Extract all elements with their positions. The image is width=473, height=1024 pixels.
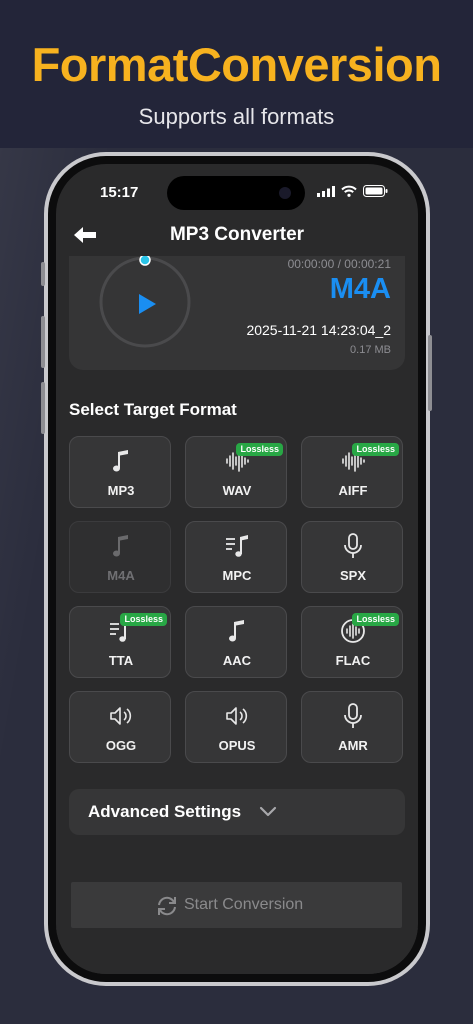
phone-power-button (428, 335, 432, 411)
phone-volume-up (41, 316, 45, 368)
chevron-down-icon (259, 806, 277, 817)
format-tile-mp3[interactable]: MP3 (69, 436, 171, 508)
speaker-icon (110, 707, 132, 725)
format-label: OGG (105, 738, 137, 753)
format-label: SPX (339, 568, 366, 583)
music-list-icon (226, 535, 248, 557)
phone-side-button (41, 262, 45, 286)
battery-icon (363, 185, 388, 197)
phone-screen: 15:17 MP3 Converter 00:00:00 / 00:00:21 … (56, 164, 418, 974)
lossless-badge: Lossless (352, 613, 399, 626)
microphone-icon (344, 533, 362, 558)
music-note-icon (113, 450, 128, 472)
format-tile-spx[interactable]: SPX (301, 521, 403, 593)
status-icons (317, 185, 388, 197)
format-label: MP3 (107, 483, 135, 498)
advanced-settings-label: Advanced Settings (88, 802, 242, 821)
music-note-icon (113, 535, 128, 557)
camera-icon (279, 187, 291, 199)
dynamic-island (167, 176, 305, 210)
file-size: 0.17 MB (350, 344, 391, 356)
lossless-badge: Lossless (120, 613, 167, 626)
promo-subtitle: Supports all formats (138, 104, 335, 129)
lossless-badge: Lossless (236, 443, 283, 456)
phone-volume-down (41, 382, 45, 434)
player-card: 00:00:00 / 00:00:21 M4A 2025-11-21 14:23… (69, 256, 405, 370)
file-name: 2025-11-21 14:23:04_2 (246, 322, 391, 338)
format-label: M4A (107, 568, 135, 583)
format-label: OPUS (218, 738, 256, 753)
format-tile-m4a: M4A (69, 521, 171, 593)
time-elapsed: 00:00:00 / 00:00:21 (287, 257, 391, 271)
section-title: Select Target Format (69, 400, 237, 419)
source-format: M4A (329, 273, 391, 305)
promo-title: FormatConversion (31, 38, 442, 91)
format-label: MPC (222, 568, 252, 583)
refresh-icon (158, 896, 176, 916)
format-tile-wav[interactable]: Lossless WAV (185, 436, 287, 508)
speaker-icon (226, 707, 248, 725)
status-time: 15:17 (100, 184, 139, 201)
start-conversion-button[interactable]: Start Conversion (71, 882, 402, 928)
start-conversion-label: Start Conversion (184, 896, 304, 913)
signal-icon (317, 185, 335, 197)
advanced-settings-toggle[interactable]: Advanced Settings (69, 789, 405, 835)
screen-title: MP3 Converter (169, 224, 305, 245)
format-label: FLAC (335, 653, 371, 668)
lossless-badge: Lossless (352, 443, 399, 456)
format-tile-aiff[interactable]: Lossless AIFF (301, 436, 403, 508)
format-tile-mpc[interactable]: MPC (185, 521, 287, 593)
format-tile-aac[interactable]: AAC (185, 606, 287, 678)
play-icon[interactable] (137, 293, 157, 315)
format-label: AAC (222, 653, 252, 668)
bottom-safe-area (56, 928, 418, 974)
format-label: TTA (108, 653, 134, 668)
format-label: AMR (338, 738, 368, 753)
microphone-icon (344, 703, 362, 728)
format-label: AIFF (338, 483, 368, 498)
music-note-icon (229, 620, 244, 642)
format-tile-flac[interactable]: Lossless FLAC (301, 606, 403, 678)
wifi-icon (341, 185, 357, 197)
format-label: WAV (222, 483, 252, 498)
format-tile-ogg[interactable]: OGG (69, 691, 171, 763)
format-tile-opus[interactable]: OPUS (185, 691, 287, 763)
format-tile-amr[interactable]: AMR (301, 691, 403, 763)
format-tile-tta[interactable]: Lossless TTA (69, 606, 171, 678)
